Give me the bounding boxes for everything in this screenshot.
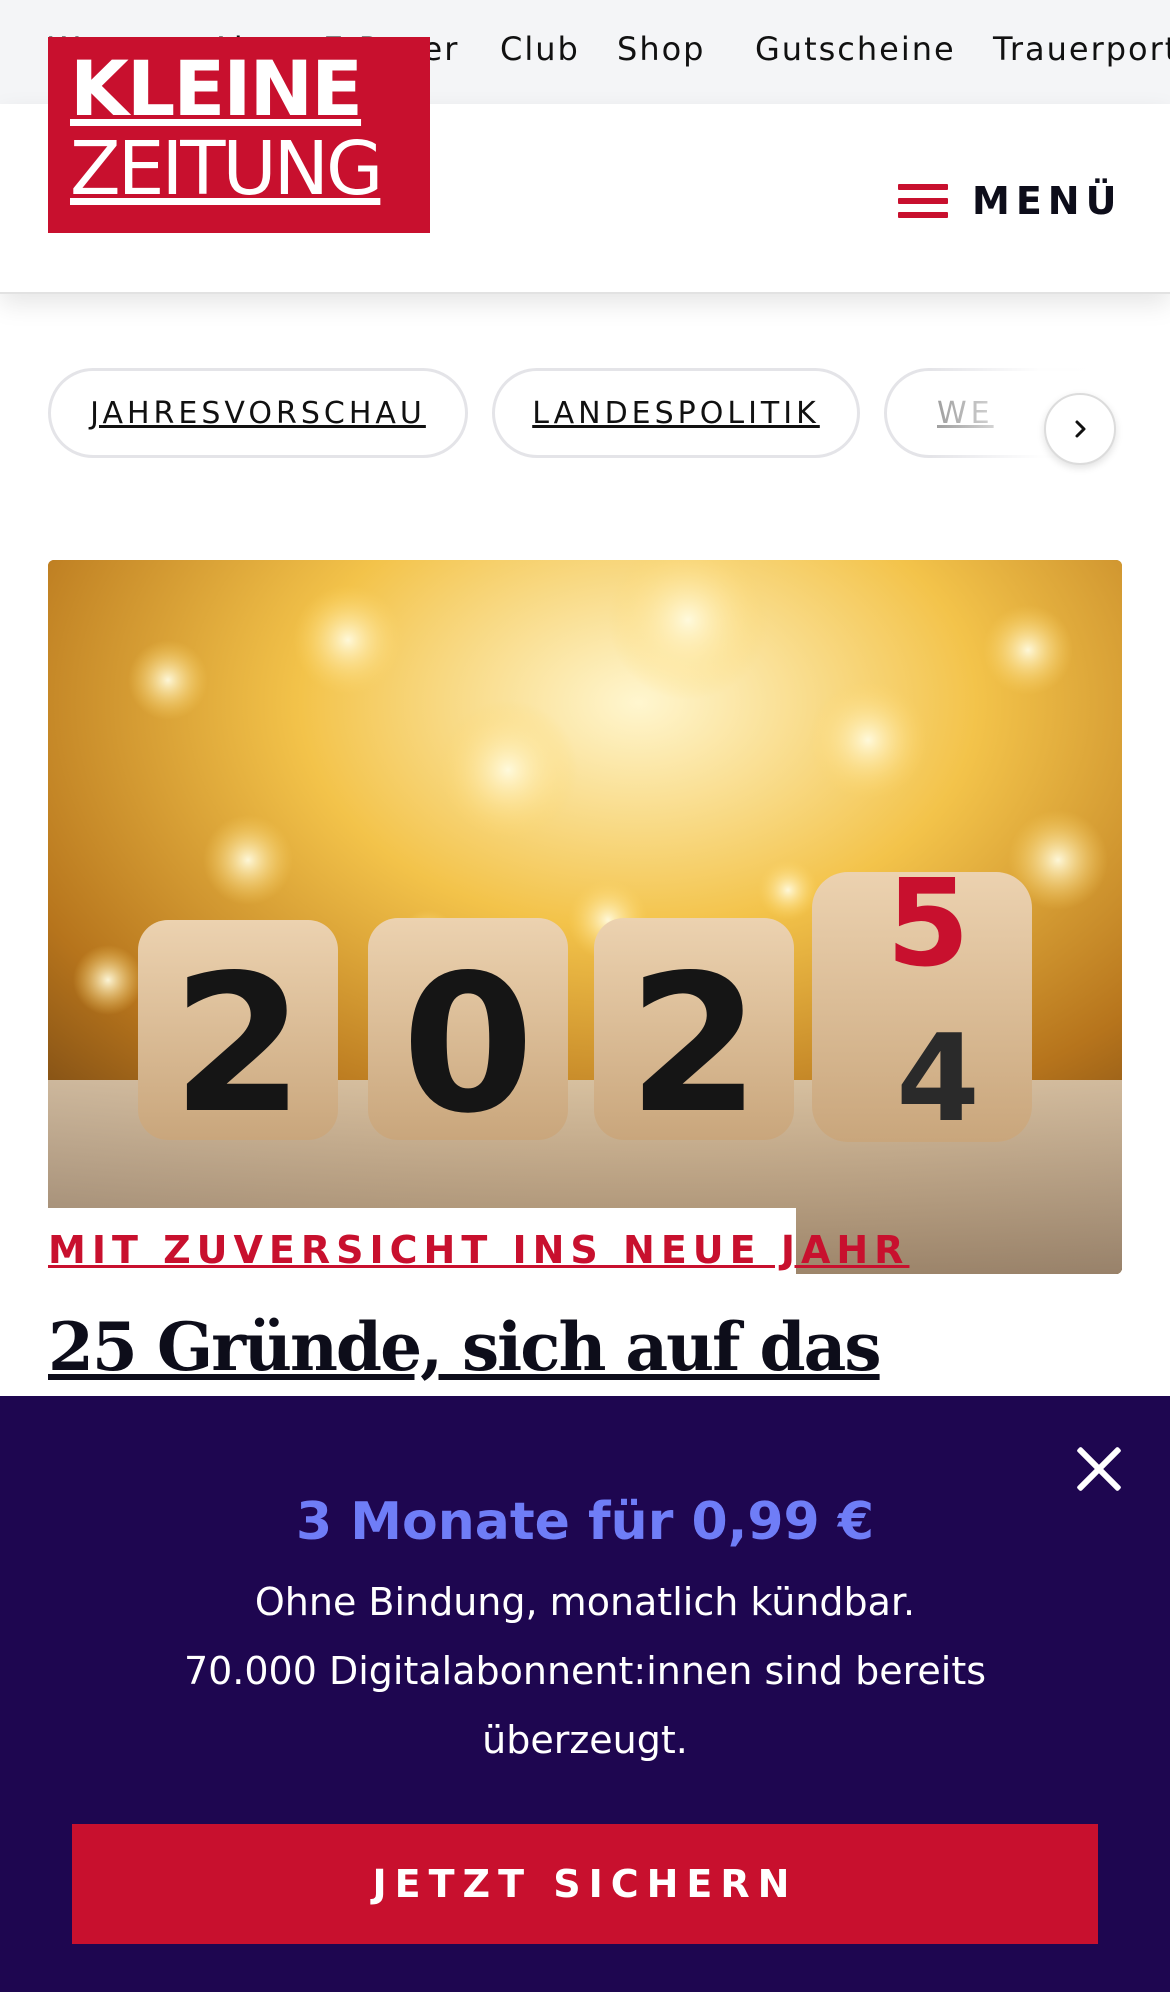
die-digit-3: 2 — [628, 934, 760, 1155]
chip-jahresvorschau[interactable]: JAHRESVORSCHAU — [48, 368, 468, 458]
offer-line-2: 70.000 Digitalabonnent:innen sind bereit… — [183, 1649, 987, 1693]
topic-chips: JAHRESVORSCHAU LANDESPOLITIK WE — [0, 368, 1170, 464]
site-logo[interactable]: KLEINE ZEITUNG — [48, 37, 430, 233]
article-headline[interactable]: 25 Gründe, sich auf das — [48, 1308, 882, 1386]
offer-description: Ohne Bindung, monatlich kündbar. 70.000 … — [160, 1568, 1010, 1775]
chip-landespolitik[interactable]: LANDESPOLITIK — [492, 368, 860, 458]
logo-line-1: KLEINE — [70, 44, 363, 133]
nav-link-trauerportal[interactable]: Trauerportal — [993, 30, 1170, 68]
hamburger-icon — [898, 182, 948, 220]
chevron-right-icon — [1075, 420, 1086, 438]
die-digit-1: 2 — [172, 934, 304, 1155]
chips-next-button[interactable] — [1044, 393, 1116, 465]
nav-link-club[interactable]: Club — [500, 30, 580, 68]
article-image[interactable]: 2 0 2 4 5 — [48, 560, 1122, 1274]
subscription-offer-banner: 3 Monate für 0,99 € Ohne Bindung, monatl… — [0, 1396, 1170, 1992]
offer-line-3: überzeugt. — [482, 1718, 688, 1762]
menu-label: MENÜ — [972, 179, 1123, 223]
nav-link-gutscheine[interactable]: Gutscheine — [755, 30, 956, 68]
article-kicker[interactable]: MIT ZUVERSICHT INS NEUE JAHR — [48, 1228, 909, 1272]
close-icon[interactable] — [1074, 1444, 1124, 1494]
offer-title: 3 Monate für 0,99 € — [295, 1492, 875, 1552]
logo-line-2: ZEITUNG — [70, 126, 383, 212]
die-digit-4: 4 — [896, 1010, 980, 1149]
die-digit-2: 0 — [402, 934, 534, 1155]
die-digit-5: 5 — [886, 855, 970, 994]
nav-link-shop[interactable]: Shop — [617, 30, 705, 68]
new-year-dice-image: 2 0 2 4 5 — [48, 560, 1122, 1274]
subscribe-button[interactable]: JETZT SICHERN — [72, 1824, 1098, 1944]
offer-line-1: Ohne Bindung, monatlich kündbar. — [254, 1580, 916, 1624]
menu-button[interactable]: MENÜ — [898, 166, 1122, 236]
